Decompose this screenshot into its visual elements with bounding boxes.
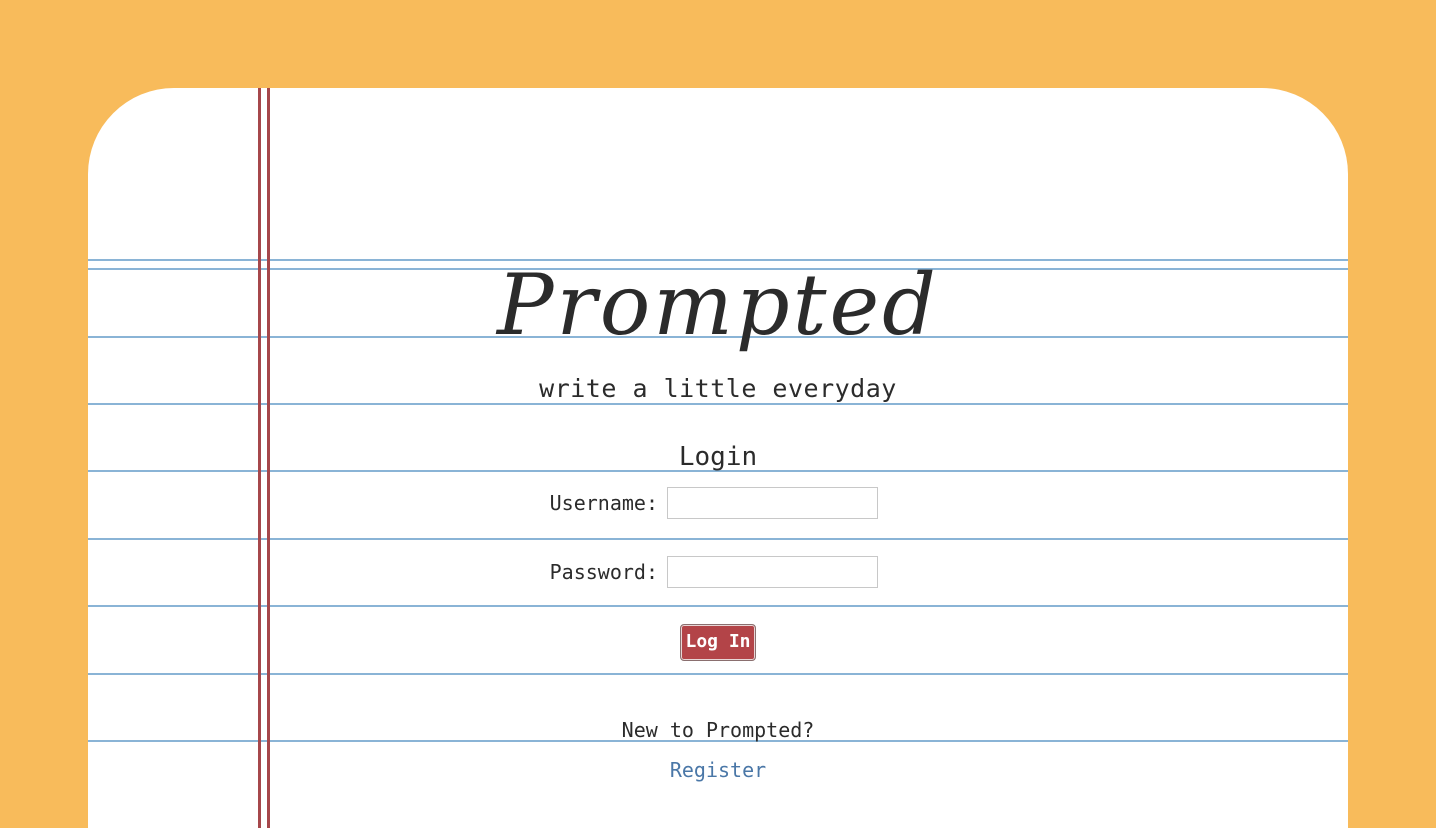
login-button[interactable]: Log In (680, 624, 756, 661)
rule-line (88, 403, 1348, 405)
app-logo-text: Prompted (495, 256, 939, 354)
tagline: write a little everyday (539, 374, 897, 403)
login-heading: Login (678, 442, 758, 472)
rule-line (88, 538, 1348, 540)
register-prompt: New to Prompted? (621, 718, 815, 742)
rule-line (88, 673, 1348, 675)
rule-line (88, 605, 1348, 607)
password-label: Password: (549, 560, 658, 584)
app-logo: Prompted (495, 256, 939, 354)
username-input[interactable] (667, 487, 878, 519)
password-input[interactable] (667, 556, 878, 588)
register-link[interactable]: Register (88, 758, 1348, 782)
username-row: Username: (88, 487, 1348, 521)
notebook-paper: Prompted write a little everyday Login U… (88, 88, 1348, 828)
password-row: Password: (88, 556, 1348, 590)
username-label: Username: (549, 491, 658, 515)
